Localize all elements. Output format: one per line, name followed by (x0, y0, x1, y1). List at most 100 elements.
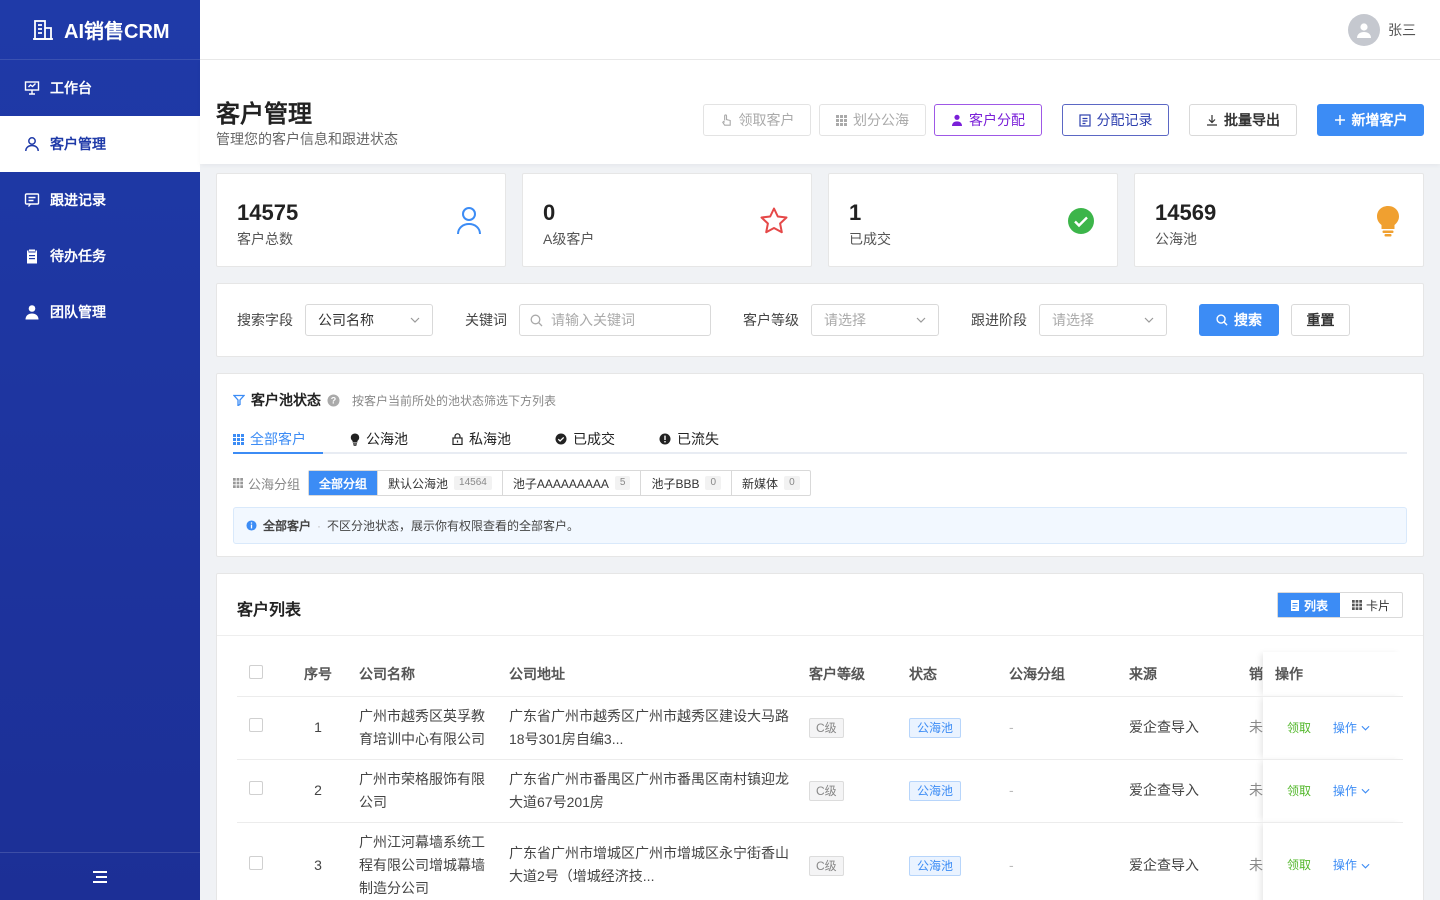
group-label: 池子BBB (651, 476, 700, 491)
col-source: 来源 (1129, 652, 1249, 697)
col-ops: 操作 (1263, 652, 1403, 697)
tab-private-pool[interactable]: 私海池 (452, 426, 511, 452)
group-default-pool[interactable]: 默认公海池 14564 (378, 471, 503, 495)
claim-customer-button[interactable]: 领取客户 (703, 104, 811, 136)
batch-export-label: 批量导出 (1224, 112, 1280, 128)
sidebar-item-customers[interactable]: 客户管理 (0, 116, 200, 172)
tab-closed[interactable]: 已成交 (555, 426, 615, 452)
claim-link[interactable]: 领取 (1287, 858, 1311, 872)
stat-label: 公海池 (1155, 231, 1197, 247)
view-card-button[interactable]: 卡片 (1340, 593, 1402, 617)
sidebar-menu: 工作台 客户管理 跟进记录 待办任务 团队管理 (0, 60, 200, 340)
page-header: 客户管理 管理您的客户信息和跟进状态 领取客户 划分公海 客户分配 分配记录 批… (200, 60, 1440, 164)
stage-select[interactable]: 请选择 (1039, 304, 1167, 336)
assign-customer-button[interactable]: 客户分配 (934, 104, 1042, 136)
stage-label: 跟进阶段 (971, 312, 1027, 328)
row-checkbox[interactable] (249, 781, 263, 795)
plus-icon (1334, 115, 1345, 125)
stat-card-a-level: 0 A级客户 (522, 173, 812, 267)
keyword-input[interactable]: 请输入关键词 (519, 304, 711, 336)
batch-export-button[interactable]: 批量导出 (1189, 104, 1297, 136)
user-menu[interactable]: 张三 (1348, 14, 1416, 46)
document-icon (1078, 113, 1091, 127)
status-tag: 公海池 (909, 718, 962, 738)
view-list-button[interactable]: 列表 (1277, 593, 1340, 617)
list-divider (217, 635, 1423, 636)
group-count: 5 (614, 476, 631, 490)
claim-link[interactable]: 领取 (1287, 721, 1311, 735)
bulb-icon (1375, 205, 1401, 240)
search-button[interactable]: 搜索 (1199, 304, 1279, 336)
cell-company[interactable]: 广州市越秀区英孚教育培训中心有限公司 (359, 696, 509, 760)
row-checkbox[interactable] (249, 855, 263, 870)
cell-extra: 未 (1249, 822, 1263, 900)
sidebar-item-tasks[interactable]: 待办任务 (0, 228, 200, 284)
cell-group: - (1009, 822, 1129, 900)
ops-dropdown[interactable]: 操作 (1333, 854, 1370, 877)
clipboard-icon (24, 248, 40, 264)
assign-log-button[interactable]: 分配记录 (1062, 104, 1169, 136)
cell-source: 爱企查导入 (1129, 822, 1249, 900)
sidebar-item-team[interactable]: 团队管理 (0, 284, 200, 340)
cell-status: 公海池 (909, 759, 1009, 823)
ops-dropdown[interactable]: 操作 (1333, 780, 1370, 803)
check-circle-icon (555, 433, 567, 445)
cell-index: 3 (277, 822, 359, 900)
lock-icon (452, 433, 463, 445)
tab-public-pool[interactable]: 公海池 (350, 426, 408, 452)
tab-label: 已流失 (677, 431, 719, 447)
sidebar-item-followups[interactable]: 跟进记录 (0, 172, 200, 228)
level-select[interactable]: 请选择 (811, 304, 939, 336)
question-circle-icon[interactable]: ? (327, 394, 340, 407)
assign-customer-label: 客户分配 (969, 112, 1025, 128)
reset-button[interactable]: 重置 (1291, 304, 1350, 336)
app-logo[interactable]: AI销售CRM (0, 0, 200, 60)
sidebar-item-label: 工作台 (50, 80, 92, 96)
group-new-media[interactable]: 新媒体 0 (732, 471, 810, 495)
cell-company[interactable]: 广州市荣格服饰有限公司 (359, 759, 509, 823)
table-row[interactable]: 3 广州江河幕墙系统工程有限公司增城幕墙制造分公司 广东省广州市增城区广州市增城… (237, 822, 1403, 900)
download-icon (1207, 115, 1217, 126)
customer-table: 序号 公司名称 公司地址 客户等级 状态 公海分组 来源 销 操作 1 广州市越… (237, 652, 1403, 900)
person-icon (952, 114, 962, 126)
tab-lost[interactable]: 已流失 (659, 426, 719, 452)
search-field-select[interactable]: 公司名称 (305, 304, 433, 336)
group-pool-b[interactable]: 池子BBB 0 (641, 471, 733, 495)
info-text: 不区分池状态，展示你有权限查看的全部客户。 (327, 519, 580, 533)
row-checkbox[interactable] (249, 718, 263, 732)
ops-label: 操作 (1332, 783, 1357, 798)
sidebar-item-workbench[interactable]: 工作台 (0, 60, 200, 116)
presentation-board-icon (24, 80, 40, 96)
ops-dropdown[interactable]: 操作 (1333, 717, 1370, 740)
level-tag: C级 (809, 718, 844, 738)
table-row[interactable]: 1 广州市越秀区英孚教育培训中心有限公司 广东省广州市越秀区广州市越秀区建设大马… (237, 696, 1403, 760)
table-row[interactable]: 2 广州市荣格服饰有限公司 广东省广州市番禺区广州市番禺区南村镇迎龙大道67号2… (237, 759, 1403, 823)
pool-title: 客户池状态 (251, 392, 321, 408)
filter-icon (233, 394, 245, 406)
app-name: AI销售CRM (64, 21, 170, 43)
avatar[interactable] (1348, 14, 1380, 46)
svg-text:?: ? (331, 395, 337, 405)
group-count: 0 (784, 476, 800, 490)
cell-company[interactable]: 广州江河幕墙系统工程有限公司增城幕墙制造分公司 (359, 822, 509, 900)
claim-link[interactable]: 领取 (1287, 784, 1311, 798)
cell-ops: 领取 操作 (1263, 822, 1403, 900)
group-pool-a[interactable]: 池子AAAAAAAAA 5 (503, 471, 642, 495)
group-all[interactable]: 全部分组 (309, 471, 379, 495)
chevron-down-icon (410, 317, 420, 323)
sidebar-collapse-button[interactable] (0, 852, 200, 900)
select-all-checkbox[interactable] (249, 665, 263, 680)
avatar-user-icon (1357, 23, 1371, 38)
cell-ops: 领取 操作 (1263, 696, 1403, 760)
info-separator: · (317, 518, 322, 533)
cell-address: 广东省广州市番禺区广州市番禺区南村镇迎龙大道67号201房 (509, 759, 809, 823)
search-panel: 搜索字段 公司名称 关键词 请输入关键词 客户等级 请选择 跟进阶段 请选择 搜… (216, 283, 1424, 357)
pool-group-row: 公海分组 全部分组 默认公海池 14564 池子AAAAAAAAA 5 池子BB… (233, 470, 811, 496)
search-button-label: 搜索 (1234, 312, 1262, 328)
divide-pool-button[interactable]: 划分公海 (819, 104, 926, 136)
tab-all-customers[interactable]: 全部客户 (233, 426, 306, 452)
ops-label: 操作 (1332, 858, 1357, 872)
pool-panel: 客户池状态 ? 按客户当前所处的池状态筛选下方列表 全部客户 公海池 私海池 已… (216, 373, 1424, 557)
cell-level: C级 (809, 759, 909, 823)
add-customer-button[interactable]: 新增客户 (1317, 104, 1424, 136)
